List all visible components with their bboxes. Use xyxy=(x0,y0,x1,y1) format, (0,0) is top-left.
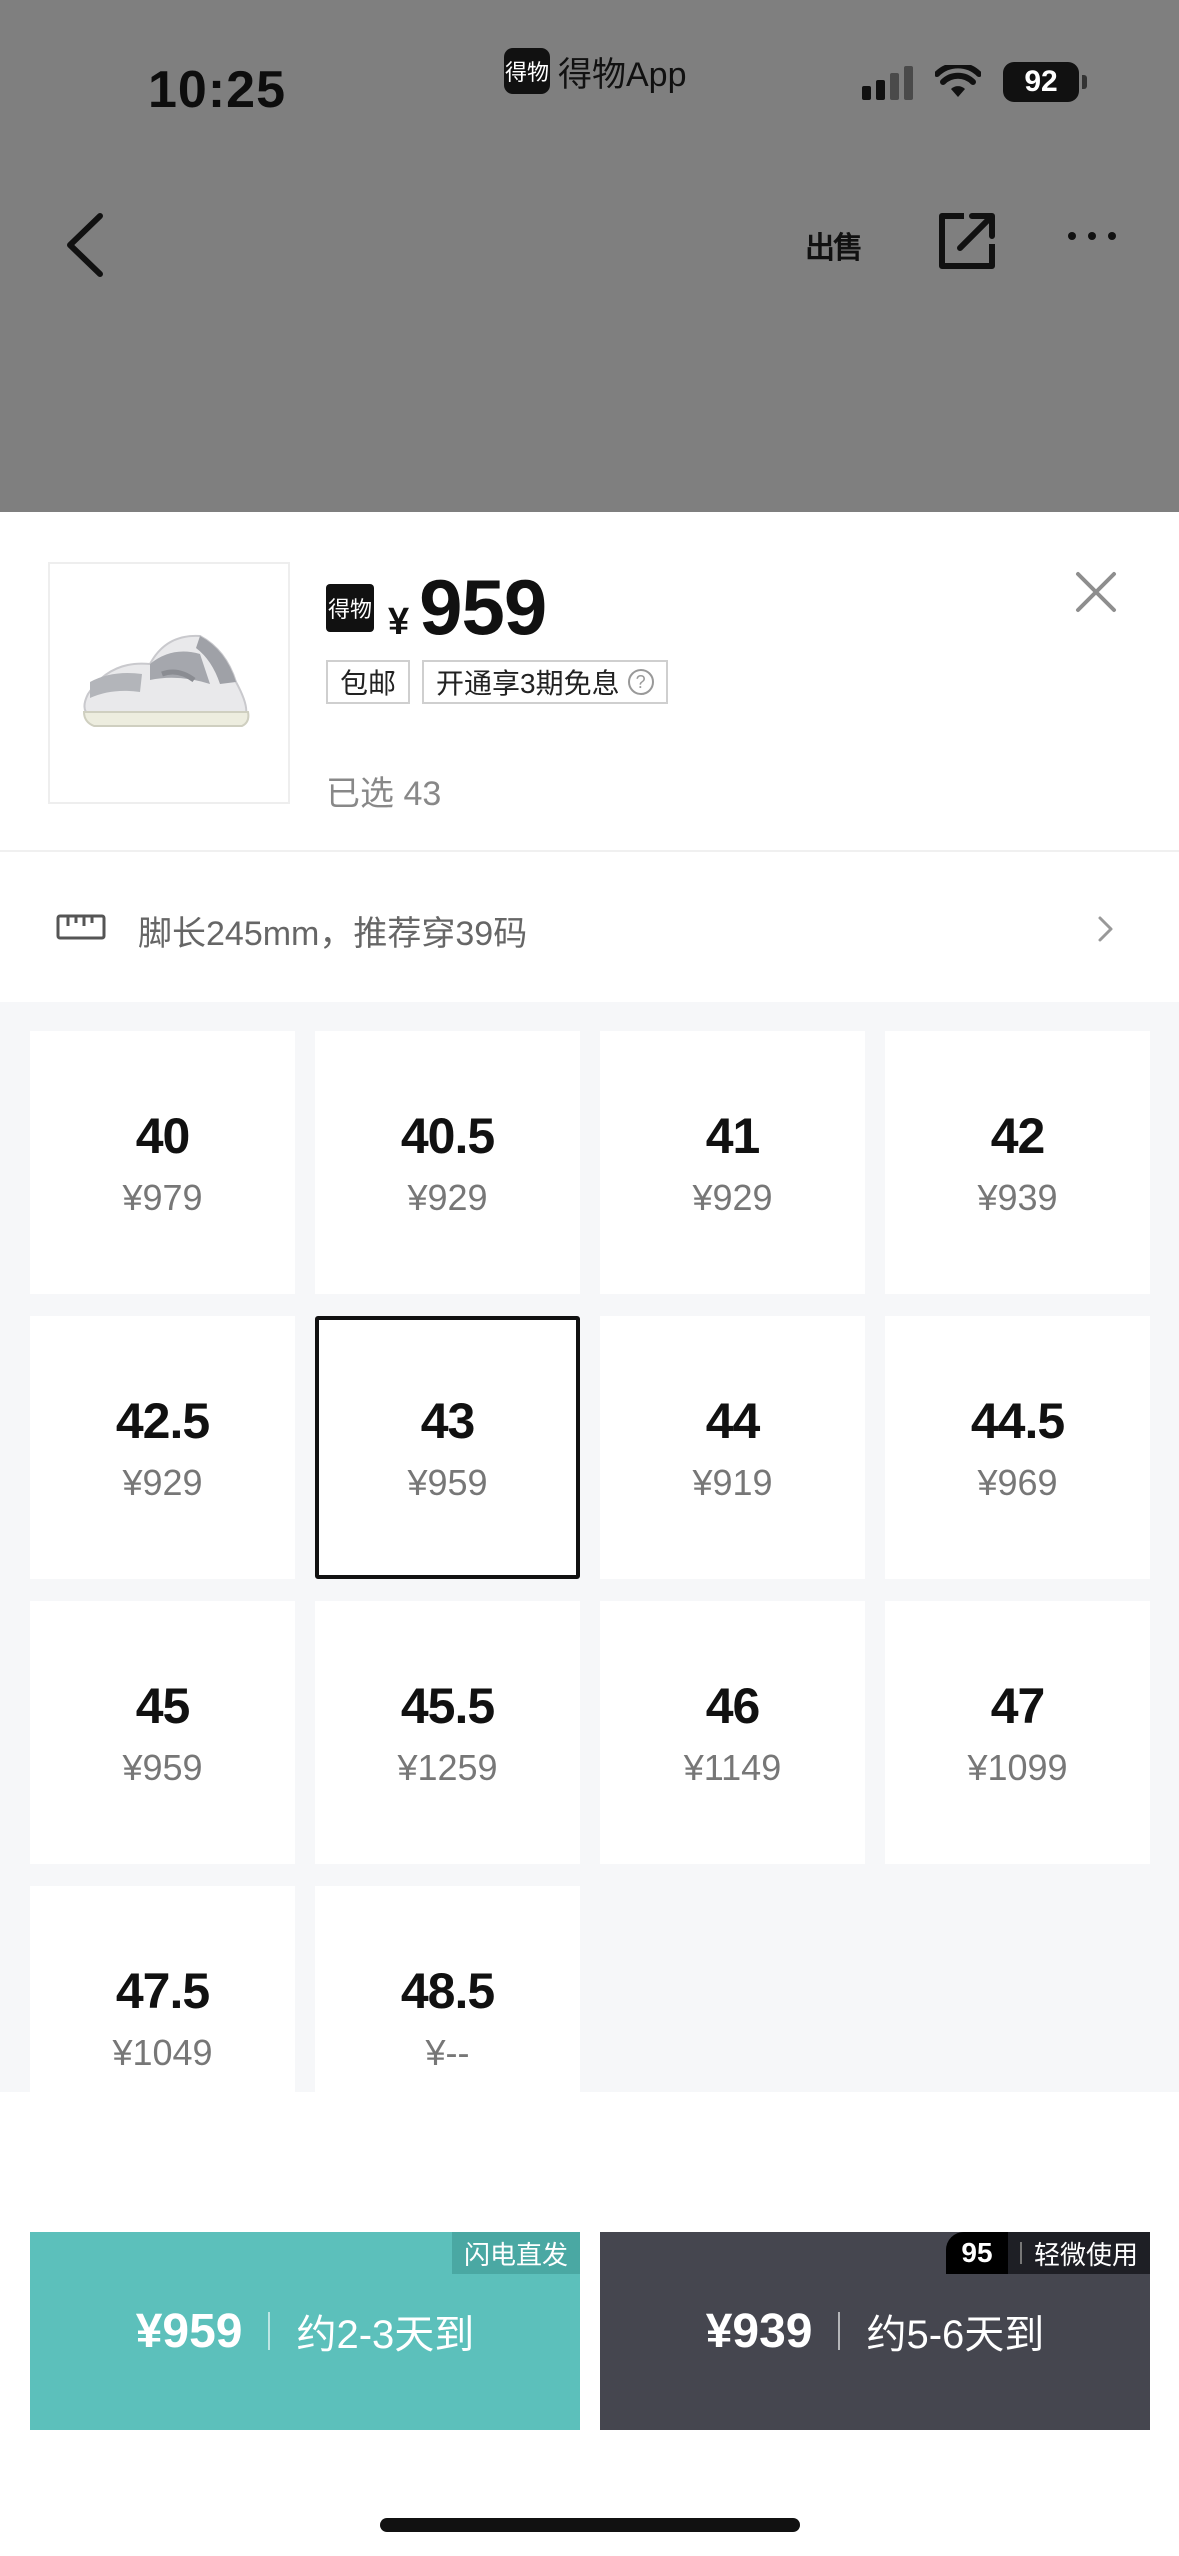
back-to-app-indicator[interactable]: 得物 得物App xyxy=(504,48,687,94)
size-price: ¥1099 xyxy=(967,1746,1068,1788)
home-indicator[interactable] xyxy=(380,2518,800,2532)
size-selection-sheet: 得物 ¥ 959 包邮 开通享3期免息 ? 已选 43 脚长245mm，推荐穿3… xyxy=(0,512,1179,2556)
condition-label: 轻微使用 xyxy=(1033,2239,1138,2270)
size-label: 40.5 xyxy=(400,1107,495,1164)
brand-logo-icon: 得物 xyxy=(326,583,374,632)
size-option-42-5[interactable]: 42.5 ¥929 xyxy=(30,1316,295,1579)
sell-icon[interactable]: 出售 xyxy=(800,212,866,278)
more-options-icon[interactable] xyxy=(1068,232,1116,240)
size-label: 46 xyxy=(705,1677,761,1734)
size-option-42[interactable]: 42 ¥939 xyxy=(885,1031,1150,1294)
app-name: 得物App xyxy=(558,55,687,94)
size-option-45-5[interactable]: 45.5 ¥1259 xyxy=(315,1601,580,1864)
size-price: ¥929 xyxy=(407,1176,488,1218)
free-shipping-label: 包邮 xyxy=(340,668,397,699)
size-price: ¥959 xyxy=(122,1746,203,1788)
close-icon[interactable] xyxy=(1072,568,1120,616)
condition-grade-badge: 95 xyxy=(945,2232,1008,2274)
size-label: 44 xyxy=(705,1392,761,1449)
size-price: ¥979 xyxy=(122,1176,203,1218)
size-guide-row[interactable]: 脚长245mm，推荐穿39码 xyxy=(0,852,1179,1002)
size-label: 47.5 xyxy=(115,1962,210,2019)
size-option-43-selected[interactable]: 43 ¥959 xyxy=(315,1316,580,1579)
size-option-45[interactable]: 45 ¥959 xyxy=(30,1601,295,1864)
used-delivery-time: 约5-6天到 xyxy=(866,2313,1045,2357)
fast-price: ¥959 xyxy=(135,2304,243,2358)
currency-symbol: ¥ xyxy=(388,601,410,643)
size-option-47[interactable]: 47 ¥1099 xyxy=(885,1601,1150,1864)
size-price: ¥969 xyxy=(977,1461,1058,1503)
dimmed-overlay[interactable]: 10:25 得物 得物App 92 出售 xyxy=(0,0,1179,512)
size-option-44[interactable]: 44 ¥919 xyxy=(600,1316,865,1579)
size-price: ¥-- xyxy=(425,2031,470,2073)
ruler-icon xyxy=(56,914,106,940)
buy-fast-delivery-button[interactable]: 闪电直发 ¥959 约2-3天到 xyxy=(30,2232,580,2430)
size-option-40[interactable]: 40 ¥979 xyxy=(30,1031,295,1294)
status-icons: 92 xyxy=(862,62,1087,102)
share-icon[interactable] xyxy=(936,210,998,272)
size-option-44-5[interactable]: 44.5 ¥969 xyxy=(885,1316,1150,1579)
product-price: 959 xyxy=(419,563,547,651)
size-label: 45 xyxy=(135,1677,191,1734)
size-option-47-5[interactable]: 47.5 ¥1049 xyxy=(30,1886,295,2149)
selected-size-text: 已选 43 xyxy=(326,775,442,813)
size-price: ¥1149 xyxy=(683,1746,782,1788)
separator xyxy=(1019,2242,1022,2264)
size-label: 40 xyxy=(135,1107,191,1164)
flash-direct-label: 闪电直发 xyxy=(463,2239,568,2270)
size-label: 45.5 xyxy=(400,1677,495,1734)
installment-tag[interactable]: 开通享3期免息 ? xyxy=(422,660,668,704)
fast-delivery-time: 约2-3天到 xyxy=(296,2313,475,2357)
size-price: ¥939 xyxy=(977,1176,1058,1218)
size-label: 44.5 xyxy=(970,1392,1065,1449)
installment-label: 开通享3期免息 xyxy=(436,668,620,699)
size-label: 41 xyxy=(705,1107,761,1164)
used-price: ¥939 xyxy=(705,2304,813,2358)
size-price: ¥919 xyxy=(692,1461,773,1503)
size-label: 43 xyxy=(420,1392,476,1449)
product-thumbnail xyxy=(48,562,290,804)
chevron-right-icon[interactable] xyxy=(1095,914,1117,944)
separator xyxy=(838,2312,841,2350)
buy-used-button[interactable]: 95 轻微使用 ¥939 约5-6天到 xyxy=(600,2232,1150,2430)
sneaker-image xyxy=(82,634,250,727)
promo-tags: 包邮 开通享3期免息 ? xyxy=(326,660,668,704)
separator xyxy=(268,2312,271,2350)
size-label: 42.5 xyxy=(115,1392,210,1449)
size-option-46[interactable]: 46 ¥1149 xyxy=(600,1601,865,1864)
cellular-signal-icon xyxy=(862,64,913,100)
size-guide-text: 脚长245mm，推荐穿39码 xyxy=(138,915,528,953)
help-icon[interactable]: ? xyxy=(627,669,654,695)
size-option-41[interactable]: 41 ¥929 xyxy=(600,1031,865,1294)
size-label: 48.5 xyxy=(400,1962,495,2019)
flash-direct-tag: 闪电直发 xyxy=(451,2232,580,2274)
app-logo-icon: 得物 xyxy=(504,48,550,94)
size-price: ¥959 xyxy=(407,1461,488,1503)
battery-icon: 92 xyxy=(1003,62,1087,102)
free-shipping-tag: 包邮 xyxy=(326,660,411,704)
size-option-40-5[interactable]: 40.5 ¥929 xyxy=(315,1031,580,1294)
size-price: ¥1049 xyxy=(112,2031,213,2073)
wifi-icon xyxy=(935,65,981,97)
size-price: ¥929 xyxy=(122,1461,203,1503)
size-option-48-5[interactable]: 48.5 ¥-- xyxy=(315,1886,580,2149)
size-label: 47 xyxy=(990,1677,1046,1734)
size-price: ¥1259 xyxy=(397,1746,498,1788)
size-label: 42 xyxy=(990,1107,1046,1164)
size-grid: 40 ¥979 40.5 ¥929 41 ¥929 42 ¥939 42.5 ¥… xyxy=(30,1031,1150,2149)
status-time: 10:25 xyxy=(148,61,286,119)
back-chevron-icon[interactable] xyxy=(60,210,110,280)
size-price: ¥929 xyxy=(692,1176,773,1218)
price-line: 得物 ¥ 959 xyxy=(326,562,547,653)
condition-tag: 95 轻微使用 xyxy=(945,2232,1150,2274)
